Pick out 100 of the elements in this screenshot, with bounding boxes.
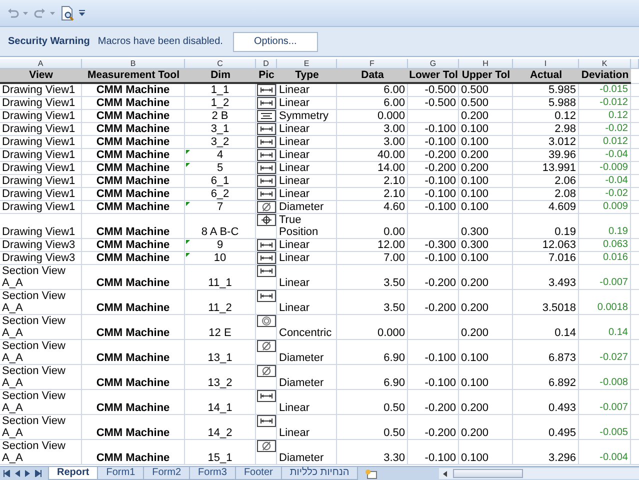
column-header[interactable]: E (277, 59, 337, 69)
undo-icon[interactable] (7, 8, 19, 18)
customize-toolbar-icon[interactable] (79, 10, 85, 16)
table-cell: Linear (277, 123, 337, 136)
table-cell: 3.30 (337, 440, 408, 465)
table-cell: CMM Machine (82, 265, 185, 290)
column-header[interactable]: H (459, 59, 513, 69)
linear-dimension-icon (256, 97, 276, 109)
column-header[interactable]: D (256, 59, 277, 69)
table-cell: CMM Machine (82, 123, 185, 136)
table-cell: CMM Machine (82, 290, 185, 315)
previous-sheet-icon[interactable] (15, 470, 20, 477)
security-warning-message: Macros have been disabled. (98, 36, 223, 47)
table-cell: 0.200 (459, 265, 513, 290)
table-cell: Linear (277, 136, 337, 149)
table-cell: True Position (277, 214, 337, 239)
table-cell: 2.08 (513, 188, 579, 201)
table-cell: Concentric (277, 315, 337, 340)
options-button[interactable]: Options... (232, 32, 318, 52)
table-cell: -0.100 (408, 136, 459, 149)
table-cell: 0.000 (337, 315, 408, 340)
table-cell: 3_1 (185, 123, 256, 136)
table-cell: 0.14 (579, 315, 631, 340)
first-sheet-icon[interactable] (3, 470, 10, 477)
table-cell: Section View A_A (0, 290, 82, 315)
table-cell: CMM Machine (82, 149, 185, 162)
table-cell: Linear (277, 239, 337, 252)
table-cell: CMM Machine (82, 84, 185, 97)
print-preview-icon[interactable] (61, 6, 75, 20)
column-header[interactable]: B (82, 59, 185, 69)
table-cell: -0.200 (408, 265, 459, 290)
table-cell: 0.100 (459, 252, 513, 265)
table-cell: Drawing View1 (0, 201, 82, 214)
table-cell: 0.493 (513, 390, 579, 415)
table-cell: 15_1 (185, 440, 256, 465)
column-header[interactable]: A (0, 59, 82, 69)
insert-sheet-icon[interactable] (365, 468, 378, 478)
table-cell: Linear (277, 162, 337, 175)
table-cell: CMM Machine (82, 188, 185, 201)
diameter-icon (256, 440, 276, 452)
last-sheet-icon[interactable] (35, 470, 42, 477)
table-cell: 14_2 (185, 415, 256, 440)
table-cell: 0.200 (459, 149, 513, 162)
table-cell: 0.063 (579, 239, 631, 252)
sheet-tab[interactable]: Form3 (189, 467, 236, 480)
table-cell: Drawing View1 (0, 136, 82, 149)
table-cell: -0.500 (408, 97, 459, 110)
table-cell: -0.200 (408, 162, 459, 175)
next-sheet-icon[interactable] (25, 470, 30, 477)
table-cell: 3.50 (337, 265, 408, 290)
table-cell: -0.100 (408, 340, 459, 365)
table-cell: 10 (185, 252, 256, 265)
horizontal-scrollbar[interactable] (439, 468, 639, 479)
table-cell: 0.200 (459, 110, 513, 123)
table-cell: Linear (277, 84, 337, 97)
linear-dimension-icon (256, 390, 276, 402)
table-cell: -0.005 (579, 415, 631, 440)
table-cell: -0.200 (408, 415, 459, 440)
linear-dimension-icon (256, 290, 276, 302)
table-cell: CMM Machine (82, 440, 185, 465)
table-cell: 6_1 (185, 175, 256, 188)
table-cell: 0.100 (459, 136, 513, 149)
redo-icon[interactable] (34, 8, 46, 18)
sheet-tab[interactable]: Report (48, 467, 98, 480)
sheet-tab[interactable]: Form1 (97, 467, 144, 480)
table-cell: -0.027 (579, 340, 631, 365)
column-header[interactable]: F (337, 59, 408, 69)
table-cell: -0.012 (579, 97, 631, 110)
table-cell: 5 (185, 162, 256, 175)
linear-dimension-icon (256, 265, 276, 277)
linear-dimension-icon (256, 149, 276, 161)
table-cell: 0.19 (513, 214, 579, 239)
table-cell: 6.00 (337, 84, 408, 97)
sheet-tab[interactable]: Form2 (143, 467, 190, 480)
table-cell: 0.50 (337, 390, 408, 415)
scrollbar-thumb[interactable] (453, 469, 523, 478)
sheet-tab[interactable]: הנחיות כלליות (280, 467, 358, 480)
column-header[interactable]: I (513, 59, 579, 69)
table-cell: 3.00 (337, 136, 408, 149)
table-cell: CMM Machine (82, 239, 185, 252)
table-cell: 3.296 (513, 440, 579, 465)
column-header[interactable]: C (185, 59, 256, 69)
column-header[interactable]: K (579, 59, 631, 69)
table-cell: Section View A_A (0, 340, 82, 365)
table-cell: Linear (277, 175, 337, 188)
table-cell: 5.985 (513, 84, 579, 97)
header-cell: Lower Tol (408, 69, 459, 84)
table-cell: 2.10 (337, 175, 408, 188)
table-cell: -0.04 (579, 175, 631, 188)
table-cell: 6.892 (513, 365, 579, 390)
table-cell: Drawing View3 (0, 239, 82, 252)
sheet-tab[interactable]: Footer (234, 467, 282, 480)
column-header[interactable]: G (408, 59, 459, 69)
table-cell: 40.00 (337, 149, 408, 162)
table-cell: -0.300 (408, 239, 459, 252)
table-cell: 0.12 (513, 110, 579, 123)
error-indicator-icon (186, 253, 190, 257)
table-cell: 9 (185, 239, 256, 252)
scroll-left-icon[interactable] (443, 470, 447, 476)
table-cell: 2.06 (513, 175, 579, 188)
